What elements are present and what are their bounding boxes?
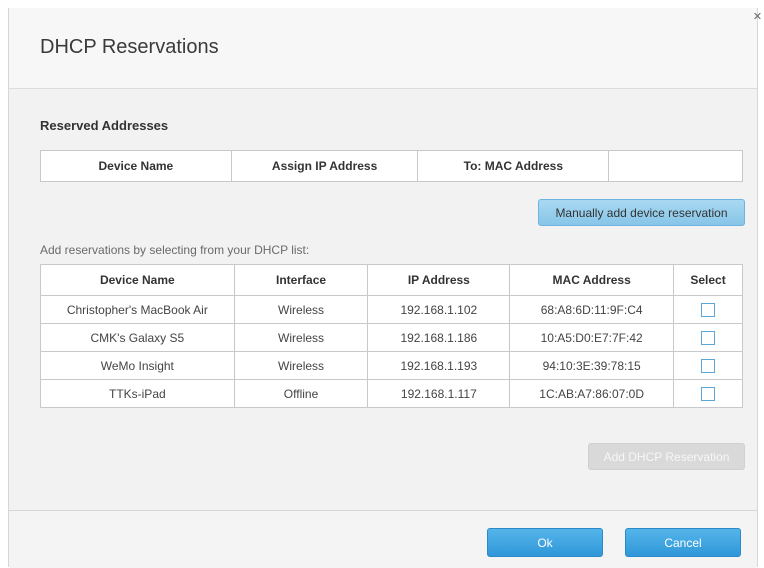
column-header-select: Select — [673, 264, 743, 296]
ok-button[interactable]: Ok — [487, 528, 603, 557]
dialog-content: Reserved Addresses Device Name Assign IP… — [9, 89, 757, 510]
column-header-mac: To: MAC Address — [417, 150, 610, 182]
device-name-cell: WeMo Insight — [40, 351, 235, 380]
mac-address-cell: 68:A8:6D:11:9F:C4 — [509, 295, 675, 324]
dialog-header: DHCP Reservations ✕ — [9, 8, 762, 89]
device-name-cell: CMK's Galaxy S5 — [40, 323, 235, 352]
dhcp-list-hint: Add reservations by selecting from your … — [40, 243, 310, 257]
column-header-ip-address: IP Address — [367, 264, 511, 296]
ip-address-cell: 192.168.1.193 — [367, 351, 511, 380]
mac-address-cell: 1C:AB:A7:86:07:0D — [509, 379, 675, 408]
column-header-device-name: Device Name — [40, 264, 235, 296]
dialog-footer: Ok Cancel — [9, 510, 757, 568]
table-header-row: Device Name Interface IP Address MAC Add… — [40, 264, 743, 296]
close-icon[interactable]: ✕ — [752, 11, 763, 22]
table-row: Christopher's MacBook Air Wireless 192.1… — [40, 295, 743, 324]
select-checkbox[interactable] — [701, 330, 716, 345]
select-checkbox[interactable] — [701, 302, 716, 317]
ip-address-cell: 192.168.1.117 — [367, 379, 511, 408]
interface-cell: Wireless — [233, 323, 369, 352]
select-checkbox[interactable] — [701, 386, 716, 401]
select-cell — [673, 379, 743, 408]
select-cell — [673, 295, 743, 324]
dhcp-list-table: Device Name Interface IP Address MAC Add… — [40, 264, 743, 408]
column-header-blank — [608, 150, 743, 182]
dialog-title: DHCP Reservations — [40, 36, 219, 58]
table-row: CMK's Galaxy S5 Wireless 192.168.1.186 1… — [40, 323, 743, 352]
interface-cell: Offline — [233, 379, 369, 408]
reserved-addresses-heading: Reserved Addresses — [40, 118, 169, 133]
column-header-device-name: Device Name — [40, 150, 232, 182]
device-name-cell: Christopher's MacBook Air — [40, 295, 235, 324]
table-row: WeMo Insight Wireless 192.168.1.193 94:1… — [40, 351, 743, 380]
interface-cell: Wireless — [233, 295, 369, 324]
ip-address-cell: 192.168.1.186 — [367, 323, 511, 352]
select-cell — [673, 323, 743, 352]
select-cell — [673, 351, 743, 380]
interface-cell: Wireless — [233, 351, 369, 380]
table-header-row: Device Name Assign IP Address To: MAC Ad… — [40, 150, 743, 182]
reserved-addresses-table: Device Name Assign IP Address To: MAC Ad… — [40, 150, 743, 182]
table-row: TTKs-iPad Offline 192.168.1.117 1C:AB:A7… — [40, 379, 743, 408]
manually-add-reservation-button[interactable]: Manually add device reservation — [538, 199, 745, 226]
column-header-interface: Interface — [233, 264, 369, 296]
cancel-button[interactable]: Cancel — [625, 528, 741, 557]
dhcp-reservations-dialog: DHCP Reservations ✕ Reserved Addresses D… — [8, 8, 762, 568]
mac-address-cell: 10:A5:D0:E7:7F:42 — [509, 323, 675, 352]
ip-address-cell: 192.168.1.102 — [367, 295, 511, 324]
mac-address-cell: 94:10:3E:39:78:15 — [509, 351, 675, 380]
select-checkbox[interactable] — [701, 358, 716, 373]
column-header-mac-address: MAC Address — [509, 264, 675, 296]
column-header-assign-ip: Assign IP Address — [230, 150, 419, 182]
device-name-cell: TTKs-iPad — [40, 379, 235, 408]
add-dhcp-reservation-button[interactable]: Add DHCP Reservation — [588, 443, 745, 470]
